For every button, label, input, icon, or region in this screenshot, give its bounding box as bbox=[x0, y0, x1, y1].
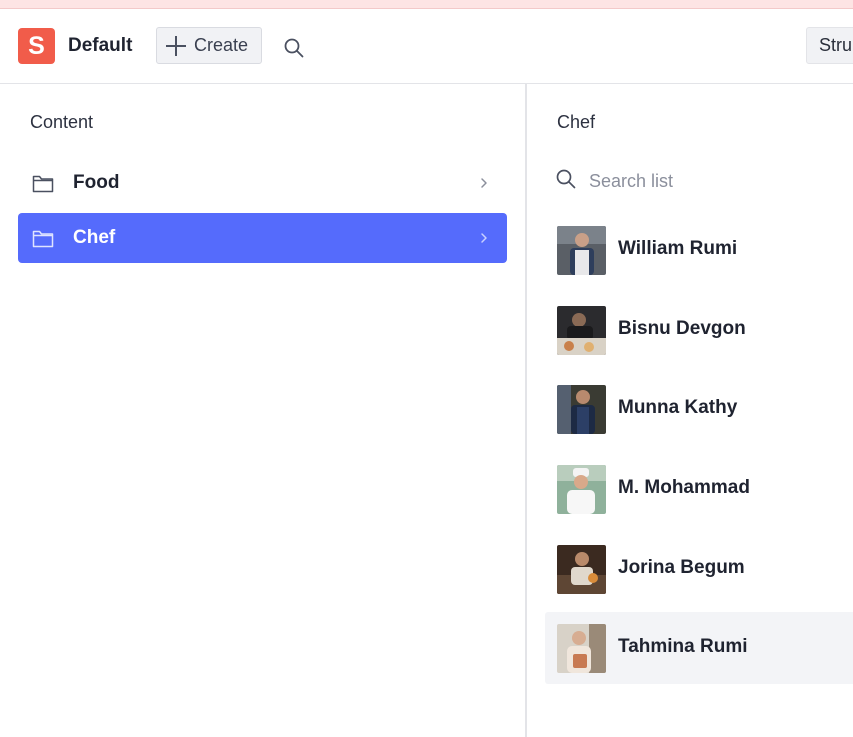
app-header: S Default Create Stru bbox=[0, 9, 853, 84]
list-item[interactable]: M. Mohammad bbox=[545, 453, 853, 525]
chef-thumbnail bbox=[557, 624, 606, 673]
chevron-right-icon bbox=[481, 233, 487, 243]
chef-name: Tahmina Rumi bbox=[618, 636, 748, 657]
chef-thumbnail bbox=[557, 545, 606, 594]
create-button-label: Create bbox=[194, 35, 249, 55]
nav-item-chef[interactable]: Chef bbox=[18, 213, 507, 263]
chef-thumbnail bbox=[557, 385, 606, 434]
chef-name: Munna Kathy bbox=[618, 397, 738, 418]
chef-thumbnail bbox=[557, 226, 606, 275]
chef-name: Jorina Begum bbox=[618, 557, 745, 578]
create-button[interactable]: Create bbox=[156, 27, 262, 64]
chef-name: Bisnu Devgon bbox=[618, 318, 746, 339]
search-list-input[interactable] bbox=[587, 166, 831, 196]
nav-item-label: Food bbox=[73, 172, 120, 193]
chef-pane-title: Chef bbox=[557, 112, 596, 132]
workspace-name[interactable]: Default bbox=[68, 35, 132, 57]
structure-button[interactable]: Stru bbox=[806, 27, 853, 64]
nav-item-food[interactable]: Food bbox=[18, 158, 507, 208]
chef-name: M. Mohammad bbox=[618, 477, 750, 498]
studio-logo[interactable]: S bbox=[18, 28, 55, 64]
list-item[interactable]: Jorina Begum bbox=[545, 533, 853, 605]
folder-icon bbox=[32, 230, 54, 248]
search-icon[interactable] bbox=[282, 36, 306, 60]
search-list bbox=[555, 166, 845, 196]
top-strip bbox=[0, 0, 853, 9]
list-item[interactable]: Bisnu Devgon bbox=[545, 294, 853, 366]
search-icon bbox=[556, 169, 576, 189]
chef-thumbnail bbox=[557, 306, 606, 355]
chef-name: William Rumi bbox=[618, 238, 738, 259]
nav-item-label: Chef bbox=[73, 227, 116, 248]
chef-thumbnail bbox=[557, 465, 606, 514]
chef-pane: Chef William Rumi bbox=[527, 84, 853, 737]
list-item[interactable]: William Rumi bbox=[545, 214, 853, 286]
content-pane-title: Content bbox=[30, 112, 94, 132]
chevron-right-icon bbox=[481, 178, 487, 188]
plus-icon bbox=[165, 35, 187, 57]
list-item[interactable]: Tahmina Rumi bbox=[545, 612, 853, 684]
folder-icon bbox=[32, 175, 54, 193]
content-pane: Content Food Chef bbox=[0, 84, 525, 737]
list-item[interactable]: Munna Kathy bbox=[545, 373, 853, 445]
